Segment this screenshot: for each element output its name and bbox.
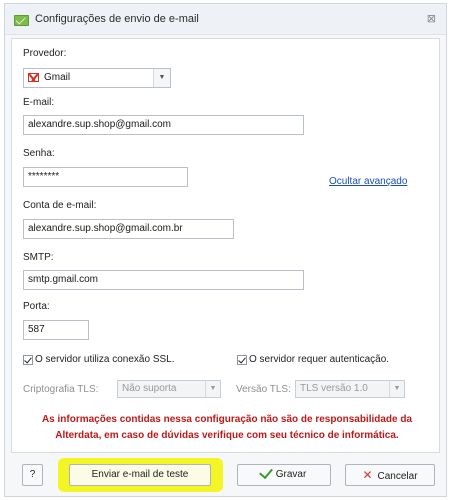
password-label: Senha:: [23, 148, 55, 159]
account-field[interactable]: alexandre.sup.shop@gmail.com.br: [23, 219, 234, 239]
gmail-icon: [28, 73, 39, 82]
title-bar: Configurações de envio de e-mail ⊠: [5, 4, 446, 35]
email-settings-icon: [14, 15, 29, 26]
cancel-label: Cancelar: [377, 471, 418, 482]
ssl-checkbox[interactable]: [23, 355, 33, 365]
chevron-down-icon[interactable]: ▼: [389, 381, 404, 397]
close-icon[interactable]: ⊠: [427, 12, 436, 25]
email-label: E-mail:: [23, 97, 55, 108]
tls-version-label: Versão TLS:: [236, 384, 291, 395]
chevron-down-icon[interactable]: ▼: [205, 381, 220, 397]
help-button[interactable]: ?: [22, 464, 43, 486]
email-field[interactable]: alexandre.sup.shop@gmail.com: [23, 115, 304, 135]
provider-value: Gmail: [44, 72, 71, 83]
tls-crypto-label: Criptografia TLS:: [23, 384, 99, 395]
ssl-label: O servidor utiliza conexão SSL.: [35, 354, 175, 365]
smtp-label: SMTP:: [23, 252, 54, 263]
tls-version-select[interactable]: TLS versão 1.0 ▼: [295, 380, 405, 398]
password-field[interactable]: ********: [23, 167, 188, 187]
warning-line-2: Alterdata, em caso de dúvidas verifique …: [55, 430, 399, 441]
tls-version-value: TLS versão 1.0: [300, 383, 368, 394]
smtp-field[interactable]: smtp.gmail.com: [23, 270, 304, 290]
x-icon: ✕: [362, 468, 373, 482]
settings-panel: Provedor: Gmail ▼ E-mail: alexandre.sup.…: [11, 38, 440, 453]
tls-crypto-select[interactable]: Não suporta ▼: [117, 380, 221, 398]
provider-label: Provedor:: [23, 48, 67, 59]
hide-advanced-link[interactable]: Ocultar avançado: [329, 176, 407, 187]
cancel-button[interactable]: ✕ Cancelar: [345, 464, 435, 486]
save-button[interactable]: Gravar: [237, 464, 331, 486]
auth-checkbox[interactable]: [237, 355, 247, 365]
checkmark-icon: [258, 464, 273, 480]
dialog-title: Configurações de envio de e-mail: [35, 13, 199, 25]
port-label: Porta:: [23, 301, 50, 312]
tls-crypto-value: Não suporta: [122, 383, 177, 394]
save-label: Gravar: [275, 469, 307, 480]
test-email-button[interactable]: Enviar e-mail de teste: [69, 464, 211, 486]
account-label: Conta de e-mail:: [23, 200, 97, 211]
chevron-down-icon[interactable]: ▼: [153, 69, 170, 87]
port-field[interactable]: 587: [23, 320, 89, 340]
provider-select[interactable]: Gmail ▼: [23, 68, 171, 88]
warning-line-1: As informações contidas nessa configuraç…: [41, 414, 413, 425]
email-settings-dialog: Configurações de envio de e-mail ⊠ Prove…: [4, 3, 447, 497]
auth-label: O servidor requer autenticação.: [249, 354, 390, 365]
